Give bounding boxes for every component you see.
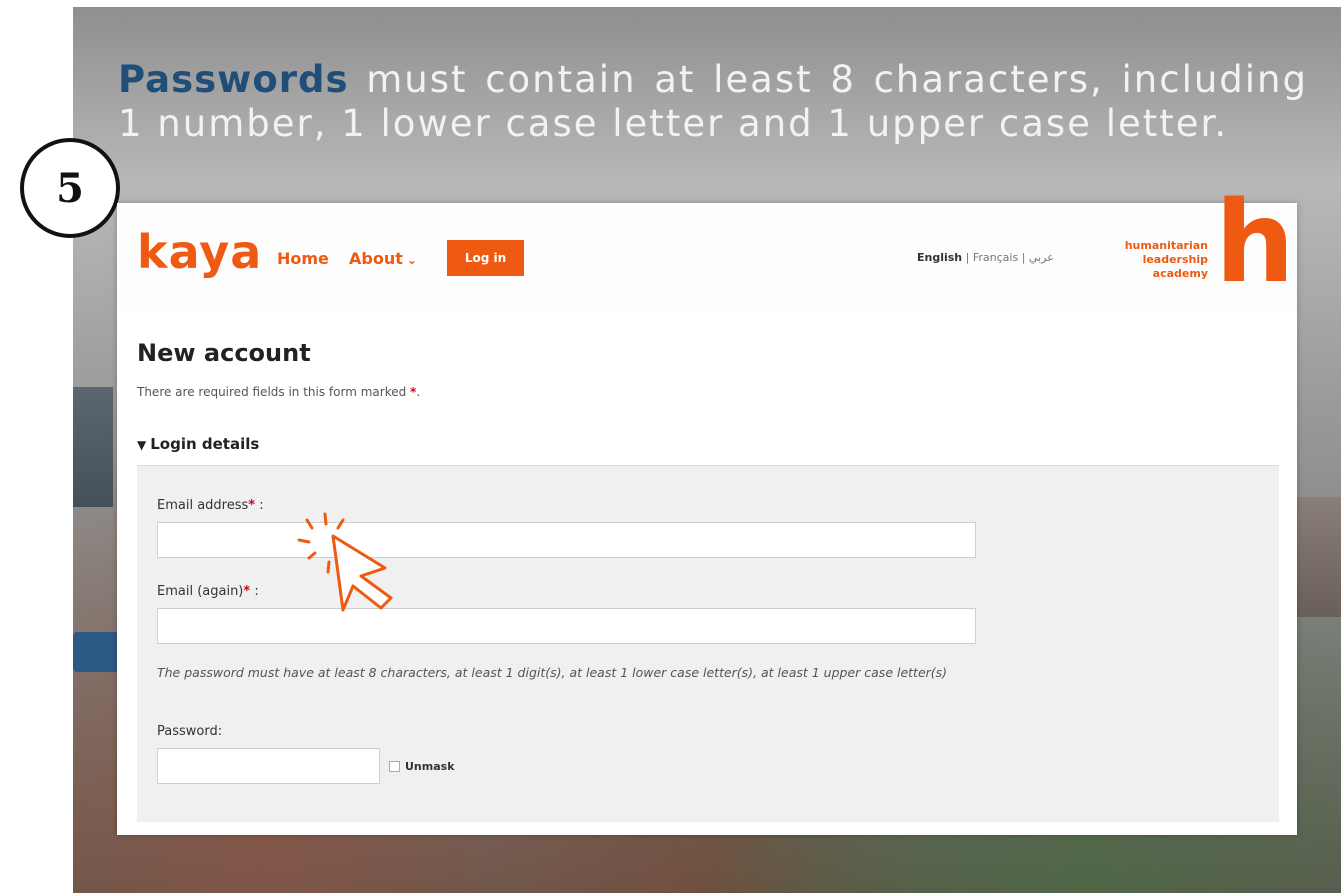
page-title: New account [137,339,311,367]
background-shed [1296,497,1341,617]
email-again-label: Email (again)* : [157,584,259,599]
site-header: kaya Home About ⌄ Log in English | França… [117,178,1297,313]
nav-about-label: About [349,249,403,268]
kaya-logo[interactable]: kaya [137,225,262,279]
login-details-toggle[interactable]: ▼ Login details [137,435,259,453]
nav-home-link[interactable]: Home [277,249,329,268]
required-fields-note: There are required fields in this form m… [137,385,421,399]
language-english[interactable]: English [917,251,962,264]
partner-line: leadership [1142,253,1208,266]
unmask-label: Unmask [405,760,455,773]
website-screenshot: kaya Home About ⌄ Log in English | França… [117,178,1297,835]
partner-logo-mark: h [1215,178,1295,308]
instruction-banner: Passwords must contain at least 8 charac… [118,58,1308,146]
password-label: Password: [157,724,223,739]
email-label: Email address* : [157,498,264,513]
email-field[interactable] [157,522,976,558]
email-again-label-text: Email (again) [157,584,244,599]
partner-logo-text[interactable]: humanitarian leadership academy [1072,239,1208,281]
language-french[interactable]: Français [973,251,1018,264]
chevron-down-icon: ▼ [137,438,147,452]
nav-about-menu[interactable]: About ⌄ [349,249,417,268]
background-shed [73,387,113,507]
partner-line: humanitarian [1124,239,1208,252]
required-note-text: There are required fields in this form m… [137,385,407,399]
password-requirements-help: The password must have at least 8 charac… [157,665,948,680]
unmask-checkbox[interactable] [389,761,400,772]
language-separator: | [1021,251,1029,264]
login-button[interactable]: Log in [447,240,524,276]
banner-highlight: Passwords [118,58,349,101]
unmask-toggle[interactable]: Unmask [389,760,455,773]
step-number-badge: 5 [20,138,120,238]
email-label-text: Email address [157,498,249,513]
partner-line: academy [1152,267,1208,280]
email-again-field[interactable] [157,608,976,644]
language-arabic[interactable]: عربي [1029,251,1054,264]
chevron-down-icon: ⌄ [406,253,417,267]
language-switcher: English | Français | عربي [917,251,1054,264]
section-title: Login details [150,435,260,453]
password-field[interactable] [157,748,380,784]
click-pointer-icon [297,512,393,612]
language-separator: | [965,251,973,264]
